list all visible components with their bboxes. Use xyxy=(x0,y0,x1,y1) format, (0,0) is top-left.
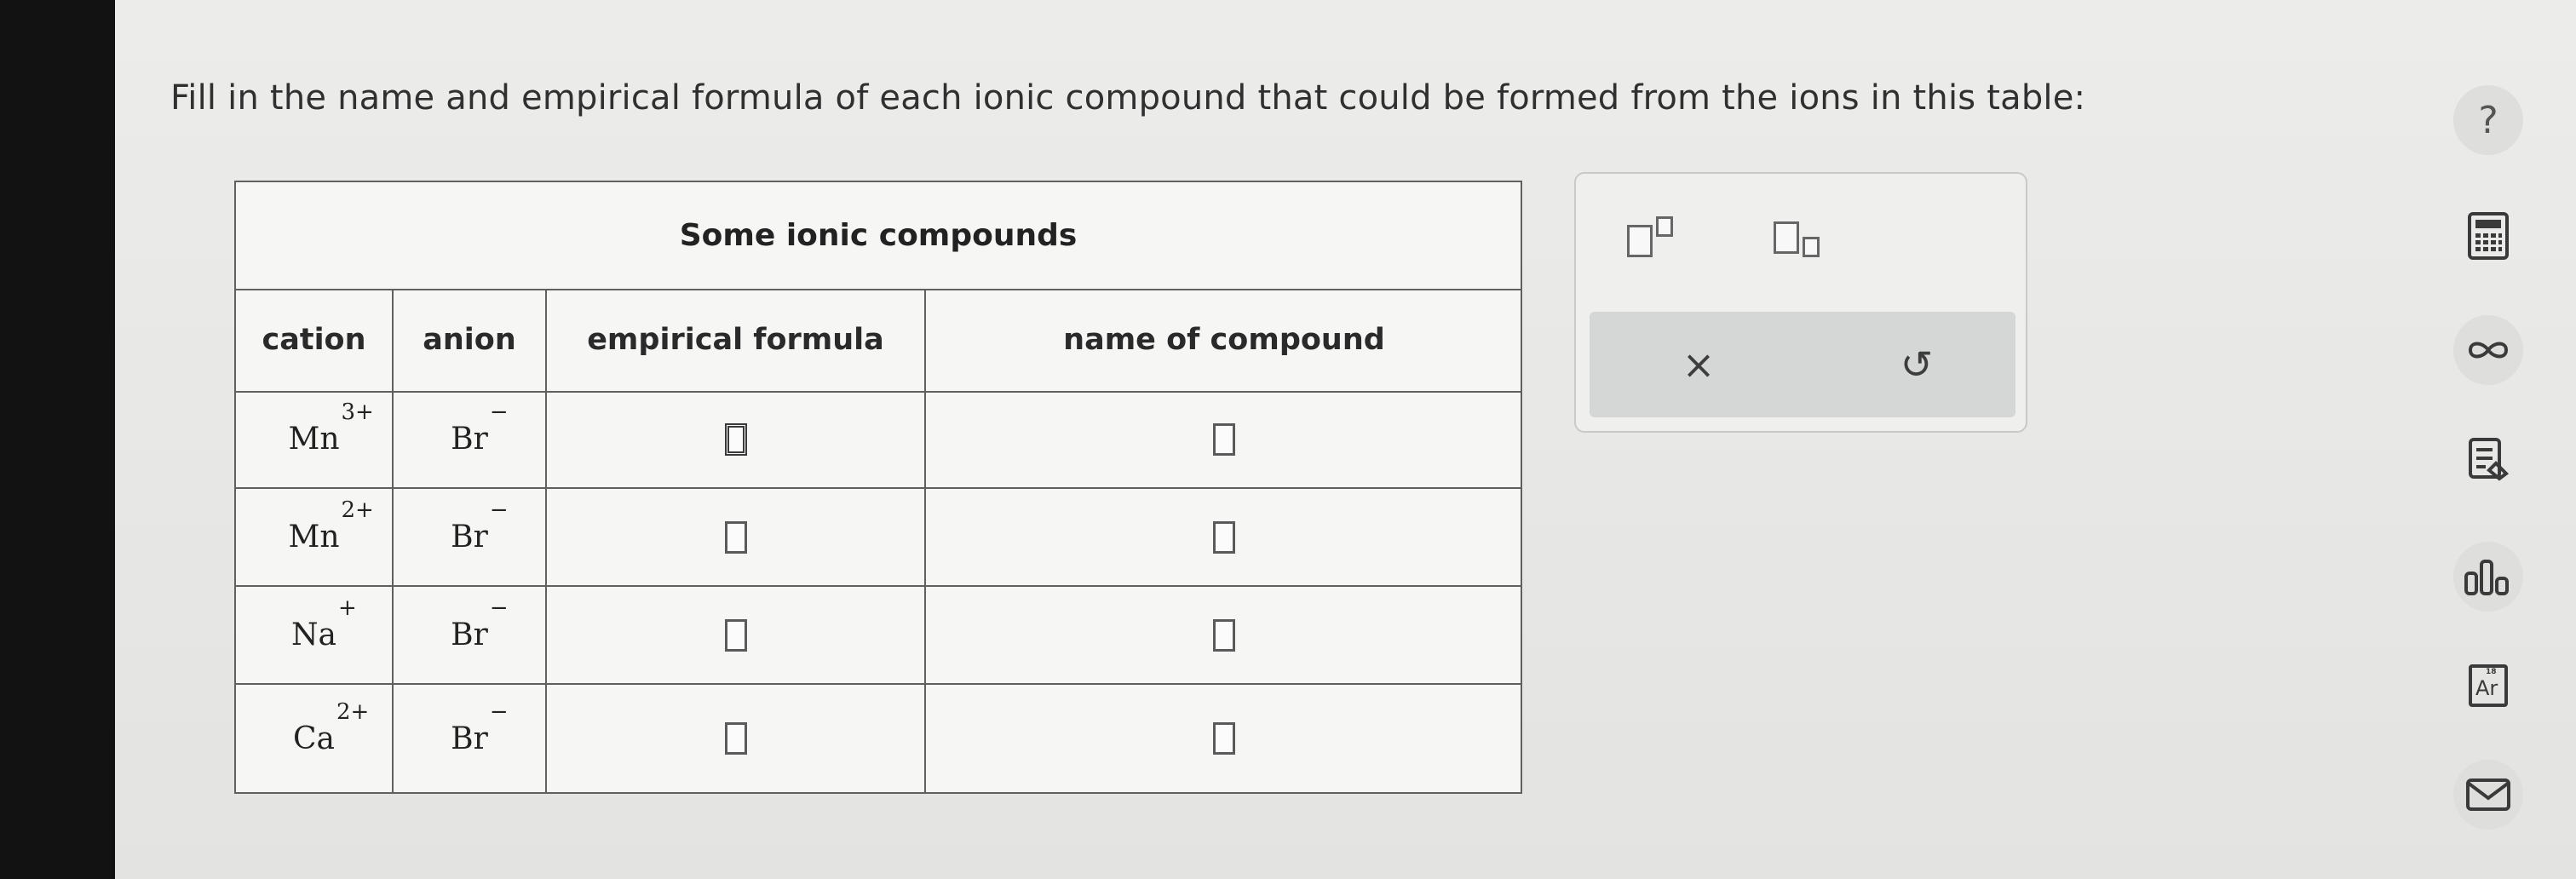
cation-text: Mn xyxy=(288,520,340,554)
name-input-box[interactable] xyxy=(1213,722,1235,755)
formula-cell[interactable] xyxy=(547,587,926,683)
question-icon: ? xyxy=(2478,98,2498,142)
answer-palette: × ↺ xyxy=(1574,172,2027,433)
ionic-compounds-table: Some ionic compounds cation anion empiri… xyxy=(234,181,1522,794)
anion-cell: Br − xyxy=(394,685,547,792)
notes-button[interactable] xyxy=(2453,424,2523,494)
anion-cell: Br − xyxy=(394,489,547,585)
notes-icon xyxy=(2469,438,2510,481)
subscript-box-icon xyxy=(1803,237,1820,257)
table-row: Mn 3+ Br − xyxy=(236,391,1521,489)
cation-symbol: Na + xyxy=(291,595,357,652)
anion-text: Br xyxy=(451,618,488,652)
table-row: Mn 2+ Br − xyxy=(236,489,1521,587)
anion-text: Br xyxy=(451,422,488,457)
message-button[interactable] xyxy=(2453,760,2523,830)
cation-text: Ca xyxy=(292,721,335,756)
name-input-box[interactable] xyxy=(1213,520,1235,554)
question-prompt: Fill in the name and empirical formula o… xyxy=(170,78,2086,118)
cation-cell: Mn 3+ xyxy=(236,391,394,487)
formula-input-box[interactable] xyxy=(724,722,747,755)
name-cell[interactable] xyxy=(926,391,1522,487)
formula-input-box[interactable] xyxy=(724,520,747,554)
palette-actions-bar: × ↺ xyxy=(1590,312,2015,417)
anion-text: Br xyxy=(451,721,488,756)
base-box-icon xyxy=(1774,221,1799,254)
left-bezel xyxy=(0,0,115,879)
cation-charge: 2+ xyxy=(336,698,370,725)
anion-symbol: Br − xyxy=(451,595,508,652)
cation-charge: 2+ xyxy=(341,497,374,523)
cation-charge: 3+ xyxy=(341,399,374,425)
anion-text: Br xyxy=(451,520,488,554)
header-name-of-compound: name of compound xyxy=(1063,323,1385,357)
periodic-symbol: Ar xyxy=(2475,676,2498,700)
calculator-button[interactable] xyxy=(2453,201,2523,271)
chart-icon xyxy=(2464,560,2509,595)
formula-input-box[interactable] xyxy=(724,422,747,456)
cation-symbol: Ca 2+ xyxy=(292,699,369,756)
subscript-button[interactable] xyxy=(1774,221,1820,257)
undo-button[interactable]: ↺ xyxy=(1893,341,1941,388)
anion-symbol: Br − xyxy=(451,699,508,756)
formula-cell[interactable] xyxy=(547,489,926,585)
cation-text: Na xyxy=(291,618,336,652)
cation-cell: Mn 2+ xyxy=(236,489,394,585)
conversion-button[interactable] xyxy=(2453,315,2523,385)
anion-charge: − xyxy=(489,399,509,425)
anion-cell: Br − xyxy=(394,587,547,683)
table-row: Ca 2+ Br − xyxy=(236,685,1521,792)
base-box-icon xyxy=(1627,225,1653,257)
table-title: Some ionic compounds xyxy=(236,182,1521,290)
help-button[interactable]: ? xyxy=(2453,85,2523,155)
mail-icon xyxy=(2466,778,2510,811)
data-chart-button[interactable] xyxy=(2453,542,2523,612)
cation-symbol: Mn 2+ xyxy=(288,497,373,554)
table-header-row: cation anion empirical formula name of c… xyxy=(236,289,1521,393)
periodic-number: 18 xyxy=(2486,668,2497,676)
anion-charge: − xyxy=(489,595,509,621)
formula-cell[interactable] xyxy=(547,685,926,792)
cation-symbol: Mn 3+ xyxy=(288,399,373,457)
cation-cell: Na + xyxy=(236,587,394,683)
name-input-box[interactable] xyxy=(1213,618,1235,652)
superscript-button[interactable] xyxy=(1627,216,1673,257)
name-input-box[interactable] xyxy=(1213,422,1235,456)
formula-input-box[interactable] xyxy=(724,618,747,652)
cation-text: Mn xyxy=(288,422,340,457)
header-empirical-formula: empirical formula xyxy=(547,289,926,391)
anion-symbol: Br − xyxy=(451,497,508,554)
periodic-table-icon: 18 Ar xyxy=(2469,664,2508,707)
name-cell[interactable] xyxy=(926,489,1522,585)
header-cation: cation xyxy=(236,289,394,391)
anion-charge: − xyxy=(489,698,509,725)
name-cell[interactable] xyxy=(926,587,1522,683)
formula-cell[interactable] xyxy=(547,391,926,487)
anion-cell: Br − xyxy=(394,391,547,487)
cation-charge: + xyxy=(337,595,357,621)
periodic-table-button[interactable]: 18 Ar xyxy=(2453,651,2523,721)
name-cell[interactable] xyxy=(926,685,1522,792)
header-anion: anion xyxy=(394,289,547,391)
infinity-icon xyxy=(2468,342,2509,359)
anion-charge: − xyxy=(489,497,509,523)
calculator-icon xyxy=(2468,212,2509,260)
table-row: Na + Br − xyxy=(236,587,1521,685)
superscript-box-icon xyxy=(1656,216,1673,237)
anion-symbol: Br − xyxy=(451,399,508,457)
cation-cell: Ca 2+ xyxy=(236,685,394,792)
clear-button[interactable]: × xyxy=(1675,341,1722,388)
